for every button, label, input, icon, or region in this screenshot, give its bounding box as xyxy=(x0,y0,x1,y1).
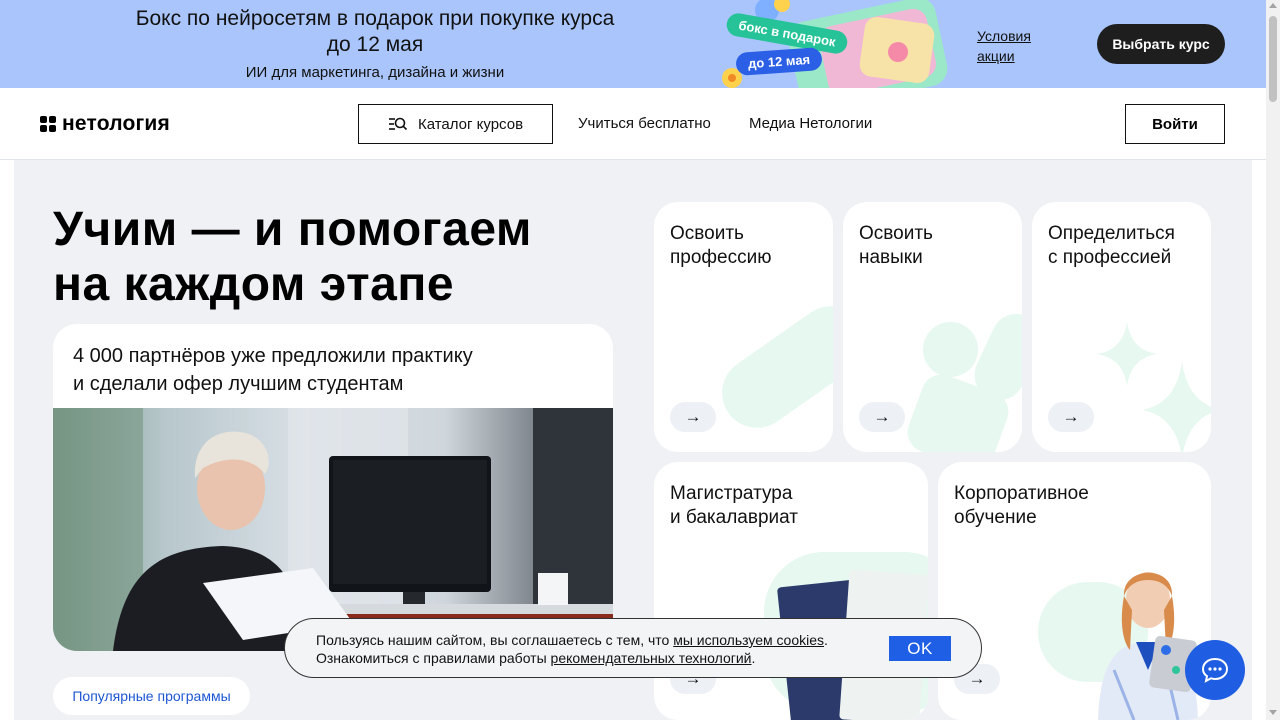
promo-banner: Бокс по нейросетям в подарок при покупке… xyxy=(0,0,1266,88)
card-corporate-training[interactable]: Корпоративное обучение → xyxy=(938,462,1211,720)
woman-at-desk-image xyxy=(53,408,613,651)
chat-icon xyxy=(1201,657,1229,683)
partners-line1: 4 000 партнёров уже предложили практику xyxy=(73,345,473,367)
cookie-banner: Пользуясь нашим сайтом, вы соглашаетесь … xyxy=(284,618,982,678)
logo-text: нетология xyxy=(62,112,170,135)
popular-programs-chip[interactable]: Популярные программы xyxy=(53,677,250,715)
card-title-line1: Освоить xyxy=(670,223,744,244)
catalog-search-icon xyxy=(388,117,408,131)
partners-line2: и сделали офер лучшим студентам xyxy=(73,373,404,395)
arrow-right-icon[interactable]: → xyxy=(670,402,716,432)
logo-icon xyxy=(40,116,56,132)
card-title-line2: профессию xyxy=(670,247,772,268)
arrow-right-icon[interactable]: → xyxy=(1048,402,1094,432)
login-button[interactable]: Войти xyxy=(1125,104,1225,144)
nav-free-learning[interactable]: Учиться бесплатно xyxy=(578,115,711,132)
card-title: Определиться с профессией xyxy=(1048,222,1175,270)
partners-text: 4 000 партнёров уже предложили практику … xyxy=(73,342,473,398)
card-title: Освоить навыки xyxy=(859,222,933,270)
cookie-line2: Ознакомиться с правилами работы рекоменд… xyxy=(316,649,828,667)
hero-title-line1: Учим — и помогаем xyxy=(53,203,532,256)
catalog-label: Каталог курсов xyxy=(417,115,524,133)
sparkle-decoration xyxy=(1097,322,1211,452)
card-title: Корпоративное обучение xyxy=(954,482,1089,530)
scroll-thumb[interactable] xyxy=(1269,16,1277,102)
woman-with-laptop-image xyxy=(1098,572,1198,720)
cookie-line1: Пользуясь нашим сайтом, вы соглашаетесь … xyxy=(316,631,828,649)
card-title-line2: обучение xyxy=(954,507,1037,528)
choose-course-button[interactable]: Выбрать курс xyxy=(1097,24,1225,64)
card-title-line2: и бакалавриат xyxy=(670,507,798,528)
recommendation-tech-link[interactable]: рекомендательных технологий xyxy=(551,650,752,666)
page-scrollbar[interactable] xyxy=(1266,0,1280,720)
card-title-line1: Корпоративное xyxy=(954,483,1089,504)
office-photo xyxy=(53,408,613,651)
promo-illustration: бокс в подарок до 12 мая xyxy=(712,0,954,88)
cookie-ok-button[interactable]: OK xyxy=(889,636,951,661)
cookie-text-fragment: Ознакомиться с правилами работы xyxy=(316,650,551,666)
cookie-text: Пользуясь нашим сайтом, вы соглашаетесь … xyxy=(316,631,828,667)
logo[interactable]: нетология xyxy=(40,112,170,136)
hero-title: Учим — и помогаем на каждом этапе xyxy=(53,202,532,312)
site-header: нетология Каталог курсов Учиться бесплат… xyxy=(0,88,1266,160)
card-masters-bachelors[interactable]: Магистратура и бакалавриат → xyxy=(654,462,928,720)
card-title: Магистратура и бакалавриат xyxy=(670,482,798,530)
conditions-line2: акции xyxy=(977,48,1015,64)
cookie-text-fragment: . xyxy=(751,650,756,666)
catalog-button[interactable]: Каталог курсов xyxy=(358,104,553,144)
card-title-line1: Магистратура xyxy=(670,483,793,504)
cookie-text-fragment: Пользуясь нашим сайтом, вы соглашаетесь … xyxy=(316,632,674,648)
chat-button[interactable] xyxy=(1185,640,1245,700)
promo-text[interactable]: Бокс по нейросетям в подарок при покупке… xyxy=(100,6,650,83)
card-title-line2: с профессией xyxy=(1048,247,1172,268)
card-decoration xyxy=(923,322,978,377)
promo-subtitle: ИИ для маркетинга, дизайна и жизни xyxy=(245,64,505,81)
cookies-link[interactable]: мы используем cookies xyxy=(673,632,824,648)
hero-title-line2: на каждом этапе xyxy=(53,258,455,311)
card-title-line1: Освоить xyxy=(859,223,933,244)
card-decoration xyxy=(708,292,833,442)
card-choose-profession[interactable]: Определиться с профессией → xyxy=(1032,202,1211,452)
scroll-down-icon[interactable] xyxy=(1269,710,1277,715)
card-title: Освоить профессию xyxy=(670,222,772,270)
promo-title-line1: Бокс по нейросетям в подарок при покупке… xyxy=(135,7,615,30)
cookie-text-fragment: . xyxy=(824,632,828,648)
card-master-skills[interactable]: Освоить навыки → xyxy=(843,202,1022,452)
card-title-line1: Определиться xyxy=(1048,223,1175,244)
arrow-right-icon[interactable]: → xyxy=(859,402,905,432)
conditions-line1: Условия xyxy=(977,28,1031,44)
nav-media[interactable]: Медиа Нетологии xyxy=(749,115,872,132)
card-title-line2: навыки xyxy=(859,247,923,268)
scroll-up-icon[interactable] xyxy=(1269,3,1277,8)
promo-conditions-link[interactable]: Условия акции xyxy=(977,26,1031,66)
partners-card[interactable]: 4 000 партнёров уже предложили практику … xyxy=(53,324,613,651)
promo-title-line2: до 12 мая xyxy=(326,33,424,56)
card-master-profession[interactable]: Освоить профессию → xyxy=(654,202,833,452)
